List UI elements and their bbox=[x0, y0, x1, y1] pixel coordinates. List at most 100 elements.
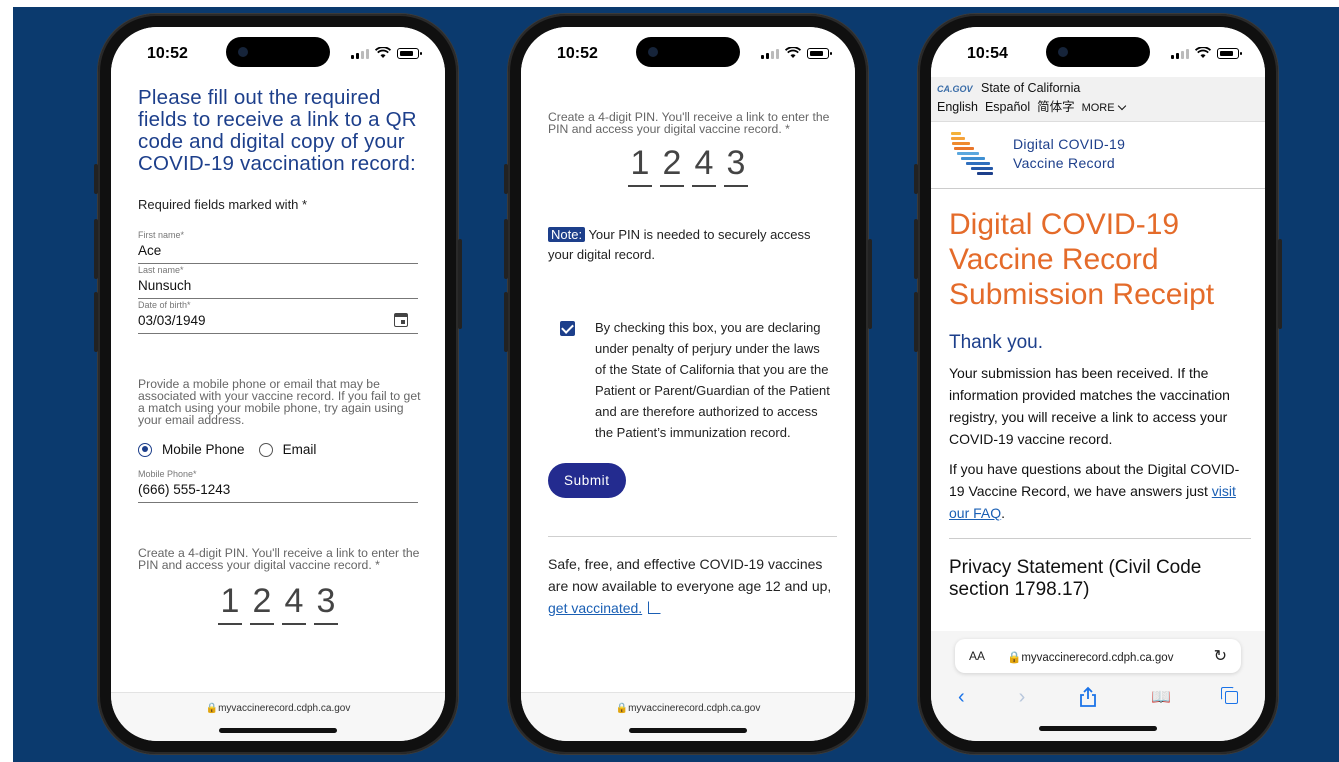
status-bar: 10:54 bbox=[931, 27, 1265, 77]
external-link-icon bbox=[648, 601, 662, 614]
first-name-field[interactable]: First name* Ace bbox=[138, 224, 418, 264]
status-bar: 10:52 bbox=[521, 27, 855, 77]
signal-icon bbox=[761, 48, 779, 59]
form-heading: Please fill out the required fields to r… bbox=[138, 86, 417, 175]
lang-english[interactable]: English bbox=[937, 100, 978, 114]
battery-icon bbox=[807, 48, 832, 59]
submission-message: Your submission has been received. If th… bbox=[949, 365, 1230, 447]
battery-icon bbox=[1217, 48, 1242, 59]
email-radio-label: Email bbox=[282, 442, 317, 457]
site-brand[interactable]: Digital COVID-19 Vaccine Record bbox=[931, 122, 1265, 189]
mobile-phone-field[interactable]: Mobile Phone* (666) 555-1243 bbox=[138, 463, 418, 503]
email-radio[interactable] bbox=[258, 442, 273, 457]
wifi-icon bbox=[1195, 47, 1211, 58]
thank-you-heading: Thank you. bbox=[949, 332, 1043, 353]
get-vaccinated-link[interactable]: get vaccinated. bbox=[548, 600, 642, 616]
home-indicator[interactable] bbox=[1039, 726, 1157, 731]
lang-chinese[interactable]: 简体字 bbox=[1037, 100, 1075, 114]
consent-row: By checking this box, you are declaring … bbox=[548, 317, 833, 443]
more-languages-button[interactable]: MORE bbox=[1081, 101, 1126, 114]
signal-icon bbox=[1171, 48, 1189, 59]
pin-instructions: Create a 4-digit PIN. You'll receive a l… bbox=[548, 110, 830, 136]
availability-text: Safe, free, and effective COVID-19 vacci… bbox=[548, 556, 832, 594]
more-label: MORE bbox=[1081, 102, 1115, 114]
home-indicator[interactable] bbox=[219, 728, 337, 733]
lock-icon: 🔒 bbox=[1007, 652, 1022, 664]
reader-aa-button[interactable]: AA bbox=[969, 649, 985, 663]
signal-icon bbox=[351, 48, 369, 59]
mobile-phone-value: (666) 555-1243 bbox=[138, 482, 231, 497]
faq-period: . bbox=[1001, 505, 1006, 521]
pin-digit: 3 bbox=[314, 583, 338, 625]
browser-bottom-bar: 🔒myvaccinerecord.cdph.ca.gov bbox=[521, 692, 855, 741]
first-name-label: First name* bbox=[138, 230, 185, 240]
pin-input[interactable]: 1 2 4 3 bbox=[521, 145, 855, 187]
url-text: myvaccinerecord.cdph.ca.gov bbox=[218, 703, 351, 714]
forward-icon[interactable]: › bbox=[1019, 686, 1026, 709]
wifi-icon bbox=[785, 47, 801, 58]
mobile-phone-radio-label: Mobile Phone bbox=[162, 442, 245, 457]
pin-input[interactable]: 1 2 4 3 bbox=[111, 583, 445, 625]
wifi-icon bbox=[375, 47, 391, 58]
last-name-label: Last name* bbox=[138, 265, 184, 275]
address-text: myvaccinerecord.cdph.ca.gov bbox=[1021, 652, 1174, 664]
url-display[interactable]: 🔒myvaccinerecord.cdph.ca.gov bbox=[521, 703, 855, 714]
status-bar: 10:52 bbox=[111, 27, 445, 77]
privacy-heading: Privacy Statement (Civil Code section 17… bbox=[949, 557, 1202, 600]
pin-digit: 1 bbox=[218, 583, 242, 625]
share-icon[interactable] bbox=[1079, 686, 1097, 708]
date-of-birth-label: Date of birth* bbox=[138, 300, 191, 310]
pin-digit: 2 bbox=[660, 145, 684, 187]
first-name-value: Ace bbox=[138, 243, 162, 258]
clock: 10:54 bbox=[967, 45, 1008, 62]
required-note: Required fields marked with * bbox=[138, 197, 308, 212]
clock: 10:52 bbox=[147, 45, 188, 62]
mobile-phone-label: Mobile Phone* bbox=[138, 469, 197, 479]
contact-method-radios: Mobile Phone Email bbox=[138, 442, 445, 457]
ca-gov-logo[interactable]: CA.GOV bbox=[937, 80, 981, 98]
url-display[interactable]: 🔒myvaccinerecord.cdph.ca.gov bbox=[111, 703, 445, 714]
background: 10:52 Please fill out the required field… bbox=[13, 7, 1339, 762]
phone-2: 10:52 Create a 4-digit PIN. You'll recei… bbox=[504, 14, 872, 754]
home-indicator[interactable] bbox=[629, 728, 747, 733]
calendar-icon[interactable] bbox=[394, 313, 408, 327]
battery-icon bbox=[397, 48, 422, 59]
pin-digit: 1 bbox=[628, 145, 652, 187]
chevron-down-icon bbox=[1117, 101, 1126, 111]
consent-checkbox[interactable] bbox=[560, 321, 575, 336]
divider bbox=[548, 536, 837, 537]
consent-text: By checking this box, you are declaring … bbox=[595, 320, 830, 440]
reload-icon[interactable]: ↻ bbox=[1214, 646, 1227, 666]
clock: 10:52 bbox=[557, 45, 598, 62]
pin-digit: 4 bbox=[282, 583, 306, 625]
page-title: Digital COVID-19 Vaccine Record Submissi… bbox=[949, 208, 1215, 311]
lang-espanol[interactable]: Español bbox=[985, 100, 1030, 114]
dynamic-island bbox=[636, 37, 740, 67]
address-bar[interactable]: AA 🔒myvaccinerecord.cdph.ca.gov ↻ bbox=[955, 639, 1241, 673]
note-badge: Note: bbox=[548, 227, 586, 242]
phone-1: 10:52 Please fill out the required field… bbox=[94, 14, 462, 754]
divider bbox=[949, 538, 1251, 539]
california-logo-icon bbox=[951, 130, 995, 178]
safari-nav-row: ‹ › 📖 bbox=[931, 683, 1265, 711]
faq-message: If you have questions about the Digital … bbox=[949, 458, 1253, 524]
vaccine-availability-text: Safe, free, and effective COVID-19 vacci… bbox=[548, 553, 837, 619]
mobile-phone-radio[interactable] bbox=[138, 442, 152, 457]
date-of-birth-field[interactable]: Date of birth* 03/03/1949 bbox=[138, 299, 418, 334]
tabs-icon[interactable] bbox=[1220, 686, 1238, 704]
last-name-value: Nunsuch bbox=[138, 278, 192, 293]
brand-line-2: Vaccine Record bbox=[1013, 155, 1115, 171]
last-name-field[interactable]: Last name* Nunsuch bbox=[138, 264, 418, 299]
browser-bottom-bar: 🔒myvaccinerecord.cdph.ca.gov bbox=[111, 692, 445, 741]
phone-3: 10:54 CA.GOV State of California English … bbox=[914, 14, 1282, 754]
date-of-birth-value: 03/03/1949 bbox=[138, 313, 206, 328]
submit-button[interactable]: Submit bbox=[548, 463, 626, 498]
contact-instructions: Provide a mobile phone or email that may… bbox=[138, 377, 421, 427]
bookmarks-icon[interactable]: 📖 bbox=[1151, 687, 1171, 707]
dynamic-island bbox=[226, 37, 330, 67]
pin-digit: 4 bbox=[692, 145, 716, 187]
brand-line-1: Digital COVID-19 bbox=[1013, 136, 1126, 152]
url-text: myvaccinerecord.cdph.ca.gov bbox=[628, 703, 761, 714]
pin-note: Note: Your PIN is needed to securely acc… bbox=[548, 225, 833, 265]
back-icon[interactable]: ‹ bbox=[958, 686, 965, 709]
